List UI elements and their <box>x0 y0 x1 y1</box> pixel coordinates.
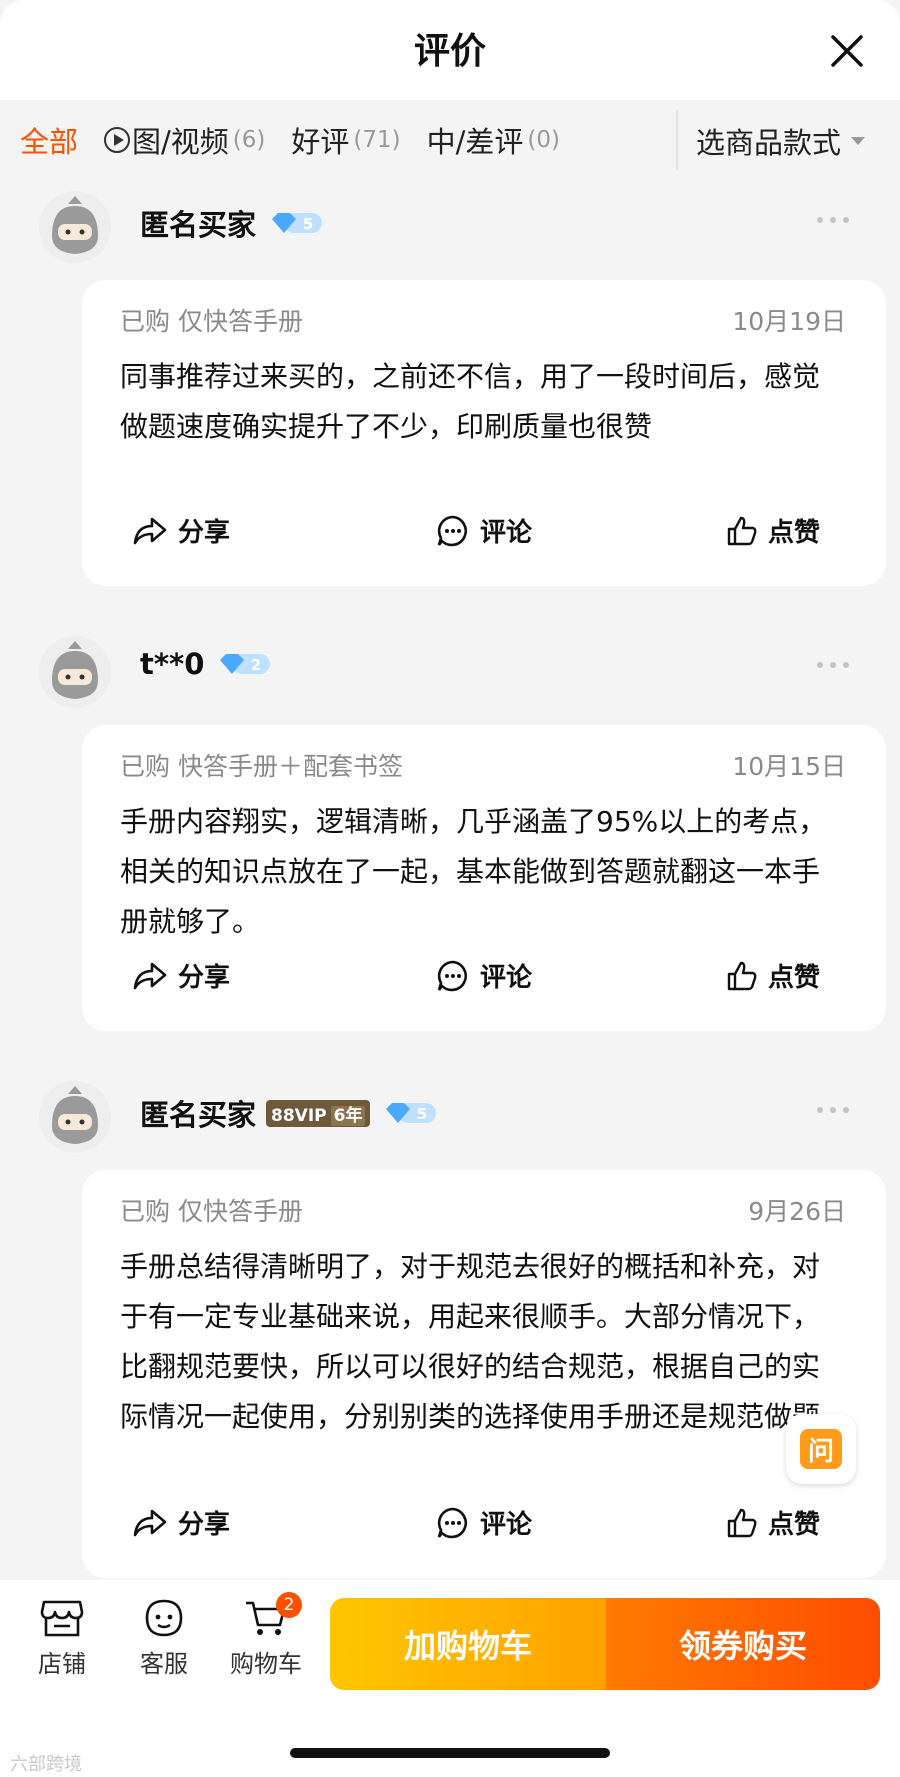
comment-icon <box>437 515 468 546</box>
review-date: 9月26日 <box>748 1197 846 1226</box>
avatar[interactable] <box>38 635 112 709</box>
review-actions: 分享 评论 点赞 <box>82 1500 886 1550</box>
share-button[interactable]: 分享 <box>132 1504 230 1541</box>
review-actions: 分享 评论 点赞 <box>82 953 886 1003</box>
comment-button[interactable]: 评论 <box>436 1504 532 1541</box>
comment-button[interactable]: 评论 <box>436 512 532 549</box>
review-date: 10月15日 <box>732 752 846 781</box>
level-number: 5 <box>417 1105 427 1123</box>
more-icon[interactable] <box>816 661 850 669</box>
comment-label: 评论 <box>480 1510 533 1540</box>
share-icon <box>133 962 167 989</box>
service-button[interactable]: 客服 <box>124 1598 204 1679</box>
add-to-cart-button[interactable]: 加购物车 <box>330 1598 606 1690</box>
share-icon <box>133 517 167 544</box>
customer-service-icon <box>145 1599 183 1637</box>
comment-icon <box>437 960 468 991</box>
purchase-info: 已购 仅快答手册 <box>120 1197 303 1226</box>
thumbs-up-icon <box>727 961 757 990</box>
shop-label: 店铺 <box>38 1650 86 1678</box>
share-label: 分享 <box>178 1510 231 1540</box>
share-button[interactable]: 分享 <box>132 957 230 994</box>
tab-media-label: 图/视频 <box>132 125 229 159</box>
diamond-level-badge: 5 <box>270 210 324 236</box>
ask-question-button[interactable]: 问 <box>786 1414 856 1484</box>
review-text: 手册总结得清晰明了，对于规范去很好的概括和补充，对于有一定专业基础来说，用起来很… <box>120 1250 821 1433</box>
review-date: 10月19日 <box>732 307 846 336</box>
avatar[interactable] <box>38 190 112 264</box>
thumbs-up-icon <box>727 1508 757 1537</box>
username-text: t**0 <box>140 647 205 681</box>
watermark: 六部跨境 <box>10 1754 82 1775</box>
tab-all[interactable]: 全部 <box>20 119 78 161</box>
comment-label: 评论 <box>480 518 533 548</box>
share-icon <box>133 1509 167 1536</box>
service-label: 客服 <box>140 1650 188 1678</box>
filter-bar: 全部 图/视频 (6) 好评 (71) 中/差评 (0) 选商品款式 <box>0 100 900 180</box>
coupon-buy-button[interactable]: 领券购买 <box>606 1598 880 1690</box>
ask-icon: 问 <box>800 1429 842 1469</box>
diamond-level-badge: 2 <box>218 651 272 677</box>
review-actions: 分享 评论 点赞 <box>82 508 886 558</box>
review-card: 已购 仅快答手册 9月26日 手册总结得清晰明了，对于规范去很好的概括和补充，对… <box>82 1170 886 1578</box>
share-label: 分享 <box>178 963 231 993</box>
cart-label: 购物车 <box>230 1650 302 1678</box>
vip-label: 88VIP <box>271 1105 327 1126</box>
shop-icon <box>40 1600 84 1637</box>
tab-media[interactable]: 图/视频 (6) <box>104 119 265 161</box>
header: 评价 <box>0 0 900 100</box>
comment-icon <box>437 1507 468 1538</box>
page-title: 评价 <box>413 31 486 72</box>
like-button[interactable]: 点赞 <box>726 1504 820 1541</box>
review-username[interactable]: 匿名买家 5 <box>140 202 324 244</box>
like-button[interactable]: 点赞 <box>726 957 820 994</box>
style-select[interactable]: 选商品款式 <box>696 120 866 162</box>
diamond-level-badge: 5 <box>384 1100 438 1126</box>
level-number: 2 <box>251 656 261 674</box>
home-indicator <box>290 1748 610 1758</box>
thumbs-up-icon <box>727 516 757 545</box>
filter-divider <box>676 110 678 170</box>
comment-button[interactable]: 评论 <box>436 957 532 994</box>
close-icon[interactable] <box>830 34 864 68</box>
review-text: 手册内容翔实，逻辑清晰，几乎涵盖了95%以上的考点，相关的知识点放在了一起，基本… <box>120 805 827 938</box>
level-number: 5 <box>303 215 313 233</box>
review-username[interactable]: t**0 2 <box>140 647 272 681</box>
tab-all-label: 全部 <box>20 125 79 159</box>
chevron-down-icon <box>851 137 866 145</box>
tab-bad-label: 中/差评 <box>426 125 524 159</box>
vip-badge: 88VIP 6年 <box>266 1099 371 1127</box>
cart-count-badge: 2 <box>276 1592 302 1618</box>
tab-good-label: 好评 <box>291 125 350 159</box>
username-text: 匿名买家 <box>140 1098 257 1132</box>
comment-label: 评论 <box>480 963 533 993</box>
like-label: 点赞 <box>768 1510 821 1540</box>
tab-bad[interactable]: 中/差评 (0) <box>427 119 560 161</box>
tab-good-count: (71) <box>353 127 401 153</box>
review-text: 同事推荐过来买的，之前还不信，用了一段时间后，感觉做题速度确实提升了不少，印刷质… <box>120 360 821 443</box>
like-label: 点赞 <box>768 518 821 548</box>
username-text: 匿名买家 <box>140 208 257 242</box>
avatar[interactable] <box>38 1080 112 1154</box>
review-card: 已购 快答手册＋配套书签 10月15日 手册内容翔实，逻辑清晰，几乎涵盖了95%… <box>82 725 886 1031</box>
play-icon <box>104 127 131 153</box>
like-button[interactable]: 点赞 <box>726 512 820 549</box>
tab-bad-count: (0) <box>527 127 560 153</box>
share-button[interactable]: 分享 <box>132 512 230 549</box>
purchase-info: 已购 仅快答手册 <box>120 307 303 336</box>
share-label: 分享 <box>178 518 231 548</box>
shop-button[interactable]: 店铺 <box>22 1598 102 1679</box>
review-card: 已购 仅快答手册 10月19日 同事推荐过来买的，之前还不信，用了一段时间后，感… <box>82 280 886 586</box>
tab-media-count: (6) <box>232 127 266 153</box>
vip-years: 6年 <box>330 1105 366 1126</box>
like-label: 点赞 <box>768 963 821 993</box>
purchase-info: 已购 快答手册＋配套书签 <box>120 752 403 781</box>
more-icon[interactable] <box>816 216 850 224</box>
review-username[interactable]: 匿名买家 88VIP 6年 5 <box>140 1092 438 1134</box>
more-icon[interactable] <box>816 1106 850 1114</box>
style-select-label: 选商品款式 <box>696 126 842 160</box>
cart-button[interactable]: 2 购物车 <box>226 1592 306 1679</box>
tab-good[interactable]: 好评 (71) <box>291 119 400 161</box>
